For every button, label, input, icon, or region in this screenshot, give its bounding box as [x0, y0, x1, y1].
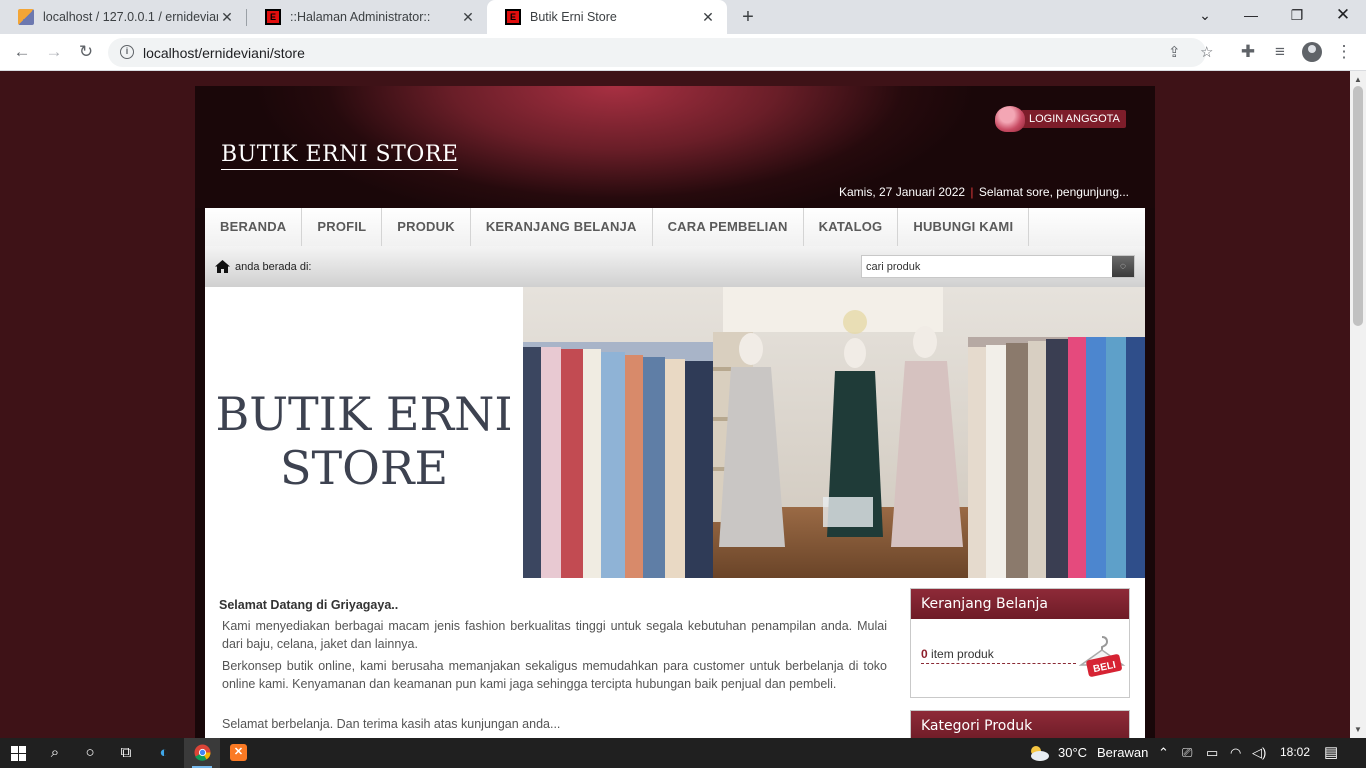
welcome-paragraph: Selamat berbelanja. Dan terima kasih ata… [222, 717, 561, 731]
banner-title: BUTIK ERNI STORE [205, 387, 523, 495]
date-separator: | [970, 185, 974, 199]
cart-summary[interactable]: 0 item produk [921, 647, 1076, 664]
battery-icon[interactable]: ▭ [1206, 745, 1218, 761]
edge-icon[interactable]: ◐ [153, 743, 175, 763]
nav-produk[interactable]: PRODUK [382, 208, 471, 246]
store-e-icon: E [265, 9, 281, 25]
welcome-paragraph: Berkonsep butik online, kami berusaha me… [222, 659, 887, 691]
clock-time[interactable]: 18:02 [1280, 745, 1310, 759]
welcome-paragraph: Kami menyediakan berbagai macam jenis fa… [222, 619, 887, 651]
search-icon[interactable]: ◌ [1112, 256, 1134, 277]
welcome-title: Selamat Datang di Griyagaya.. [219, 598, 399, 612]
weather-cloud-icon[interactable] [1028, 744, 1050, 762]
nav-beranda[interactable]: BERANDA [205, 208, 303, 246]
member-icon [995, 106, 1025, 132]
login-label: LOGIN ANGGOTA [1021, 110, 1126, 128]
breadcrumb: anda berada di: [235, 261, 312, 273]
scrollbar-thumb[interactable] [1353, 86, 1363, 326]
nav-cara-pembelian[interactable]: CARA PEMBELIAN [653, 208, 804, 246]
close-icon[interactable]: ✕ [459, 9, 477, 26]
back-icon[interactable]: ← [8, 39, 36, 65]
restore-icon[interactable]: ❐ [1274, 0, 1320, 30]
tab-strip: localhost / 127.0.0.1 / ernidevian ✕ E :… [0, 0, 1366, 34]
cart-widget-title: Keranjang Belanja [911, 589, 1129, 619]
nav-hubungi-kami[interactable]: HUBUNGI KAMI [898, 208, 1030, 246]
notification-icon[interactable]: ▤ [1324, 743, 1338, 761]
media-control-icon[interactable]: ≡ [1266, 39, 1294, 65]
forward-icon[interactable]: → [40, 39, 68, 65]
bookmark-star-icon[interactable]: ☆ [1200, 43, 1213, 61]
nav-profil[interactable]: PROFIL [302, 208, 383, 246]
login-member-button[interactable]: LOGIN ANGGOTA [995, 106, 1126, 132]
chrome-icon[interactable] [194, 744, 211, 761]
page-viewport: BUTIK ERNI STORE LOGIN ANGGOTA Kamis, 27… [0, 71, 1350, 738]
site-info-icon[interactable]: i [120, 45, 134, 59]
tab-title: localhost / 127.0.0.1 / ernidevian [43, 10, 218, 24]
date-greeting: Kamis, 27 Januari 2022 | Selamat sore, p… [839, 185, 1129, 199]
banner-title-line: BUTIK ERNI [215, 387, 513, 441]
product-search: ◌ [861, 255, 1135, 278]
meet-now-icon[interactable]: ⎚ [1182, 745, 1192, 761]
tab-title: Butik Erni Store [530, 10, 617, 24]
tab-phpmyadmin[interactable]: localhost / 127.0.0.1 / ernidevian ✕ [0, 0, 246, 34]
close-icon[interactable]: ✕ [699, 9, 717, 26]
cart-count: 0 [921, 647, 928, 661]
scroll-down-icon[interactable]: ▼ [1354, 725, 1362, 734]
search-icon[interactable]: ⌕ [44, 743, 66, 763]
wifi-icon[interactable]: ◠ [1230, 745, 1241, 761]
url-text[interactable]: localhost/ernideviani/store [143, 45, 305, 61]
site-logo[interactable]: BUTIK ERNI STORE [221, 142, 459, 170]
nav-keranjang-belanja[interactable]: KERANJANG BELANJA [471, 208, 653, 246]
buy-hanger-icon[interactable]: BELI [1077, 633, 1127, 681]
minimize-icon[interactable]: — [1228, 0, 1274, 30]
menu-kebab-icon[interactable]: ⋮ [1330, 39, 1358, 65]
new-tab-icon[interactable]: + [735, 4, 761, 30]
banner-title-line: STORE [279, 441, 449, 495]
weather-text[interactable]: Berawan [1097, 745, 1148, 760]
current-date: Kamis, 27 Januari 2022 [839, 185, 966, 199]
address-bar[interactable]: i localhost/ernideviani/store ⇪ ☆ [108, 38, 1213, 67]
xampp-icon[interactable]: ✕ [230, 744, 247, 761]
category-widget: Kategori Produk [910, 710, 1130, 738]
hero-banner: BUTIK ERNI STORE [205, 287, 1145, 578]
breadcrumb-bar: anda berada di: ◌ [205, 246, 1145, 287]
page-scrollbar[interactable]: ▲ ▼ [1350, 71, 1366, 738]
share-icon[interactable]: ⇪ [1168, 43, 1181, 61]
main-content: Selamat Datang di Griyagaya.. Kami menye… [205, 578, 1145, 738]
windows-start-icon[interactable] [11, 746, 26, 761]
windows-taskbar: ⌕ ○ ⧉ ◐ ✕ 30°C Berawan ⌃ ⎚ ▭ ◠ ◁) 18:02 … [0, 738, 1366, 768]
search-input[interactable] [862, 256, 1112, 277]
cortana-icon[interactable]: ○ [79, 743, 101, 763]
site-header: BUTIK ERNI STORE LOGIN ANGGOTA Kamis, 27… [195, 86, 1155, 208]
close-icon[interactable]: ✕ [218, 9, 236, 26]
scroll-up-icon[interactable]: ▲ [1354, 75, 1362, 84]
cart-widget: Keranjang Belanja 0 item produk BELI [910, 588, 1130, 698]
reload-icon[interactable]: ↻ [72, 39, 100, 65]
close-window-icon[interactable]: ✕ [1320, 0, 1366, 30]
volume-icon[interactable]: ◁) [1252, 745, 1266, 761]
extensions-icon[interactable]: ✚ [1234, 39, 1262, 65]
greeting-text: Selamat sore, pengunjung... [978, 185, 1129, 199]
main-nav: BERANDA PROFIL PRODUK KERANJANG BELANJA … [205, 208, 1145, 246]
boutique-photo [523, 287, 1145, 578]
phpmyadmin-icon [18, 9, 34, 25]
chevron-up-icon[interactable]: ⌃ [1158, 745, 1169, 761]
tab-title: ::Halaman Administrator:: [290, 10, 431, 24]
category-widget-title: Kategori Produk [911, 711, 1129, 738]
store-e-icon: E [505, 9, 521, 25]
profile-avatar-icon[interactable] [1302, 42, 1322, 62]
browser-toolbar: ← → ↻ i localhost/ernideviani/store ⇪ ☆ … [0, 34, 1366, 71]
temperature-text[interactable]: 30°C [1058, 745, 1087, 760]
home-icon[interactable] [215, 260, 230, 273]
tab-admin[interactable]: E ::Halaman Administrator:: ✕ [247, 0, 487, 34]
nav-katalog[interactable]: KATALOG [804, 208, 899, 246]
tab-search-icon[interactable]: ⌄ [1182, 0, 1228, 30]
cart-count-label: item produk [927, 647, 994, 661]
tab-store[interactable]: E Butik Erni Store ✕ [487, 0, 727, 34]
page-wrapper: BUTIK ERNI STORE LOGIN ANGGOTA Kamis, 27… [195, 86, 1155, 738]
task-view-icon[interactable]: ⧉ [115, 743, 137, 763]
